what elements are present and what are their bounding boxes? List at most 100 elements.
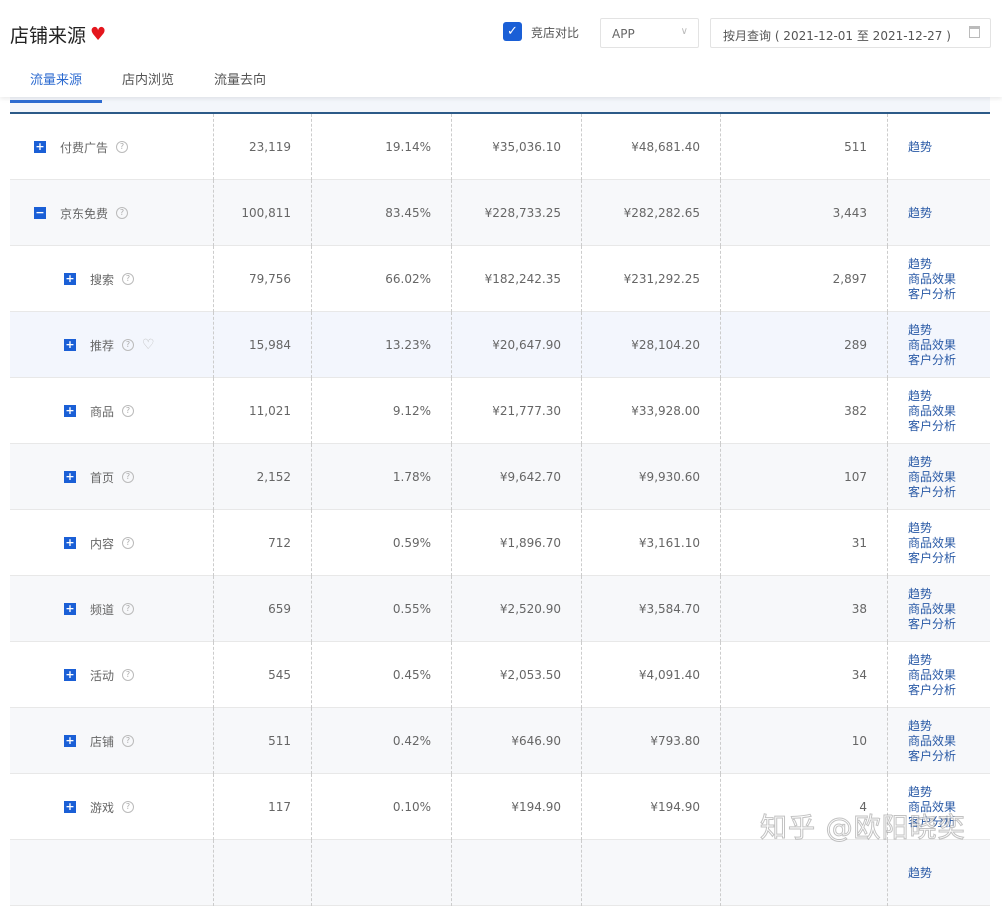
help-icon[interactable]: ? bbox=[122, 669, 135, 681]
action-link[interactable]: 商品效果 bbox=[908, 602, 956, 617]
action-link[interactable]: 趋势 bbox=[908, 455, 932, 470]
table-row: + 内容? 712 0.59% ¥1,896.70 ¥3,161.10 31 趋势 商品效果 客户… bbox=[10, 510, 990, 576]
action-link[interactable]: 客户分析 bbox=[908, 485, 956, 500]
actions-cell: 趋势 商品效果 客户分析 bbox=[888, 642, 990, 708]
compare-checkbox[interactable]: ✓ bbox=[503, 22, 522, 41]
help-icon[interactable]: ? bbox=[122, 735, 135, 747]
expand-icon[interactable]: + bbox=[64, 603, 76, 615]
value-cell: 659 bbox=[214, 576, 312, 642]
source-cell: + 付费广告? bbox=[10, 114, 214, 180]
action-link[interactable]: 趋势 bbox=[908, 323, 932, 338]
actions-cell: 趋势 商品效果 客户分析 bbox=[888, 510, 990, 576]
action-link[interactable]: 趋势 bbox=[908, 785, 932, 800]
action-link[interactable]: 商品效果 bbox=[908, 470, 956, 485]
expand-icon[interactable]: + bbox=[64, 801, 76, 813]
value-cell: 19.14% bbox=[312, 114, 452, 180]
help-icon[interactable]: ? bbox=[122, 801, 135, 813]
value-cell: ¥231,292.25 bbox=[582, 246, 721, 312]
value-cell: ¥793.80 bbox=[582, 708, 721, 774]
actions-cell: 趋势 商品效果 客户分析 bbox=[888, 708, 990, 774]
action-link[interactable]: 趋势 bbox=[908, 389, 932, 404]
tab-store-browse[interactable]: 店内浏览 bbox=[102, 62, 194, 103]
help-icon[interactable]: ? bbox=[122, 339, 135, 351]
action-link[interactable]: 商品效果 bbox=[908, 668, 956, 683]
heart-outline-icon[interactable]: ♡ bbox=[142, 337, 155, 353]
value-cell: 15,984 bbox=[214, 312, 312, 378]
source-name: 店铺 bbox=[90, 734, 115, 749]
value-cell: ¥2,520.90 bbox=[452, 576, 582, 642]
action-link[interactable]: 趋势 bbox=[908, 521, 932, 536]
expand-icon[interactable]: + bbox=[64, 273, 76, 285]
action-link[interactable]: 趋势 bbox=[908, 719, 932, 734]
help-icon[interactable]: ? bbox=[122, 273, 135, 285]
tab-bar: 流量来源 店内浏览 流量去向 bbox=[10, 62, 286, 103]
table-row: + 推荐? ♡ 15,984 13.23% ¥20,647.90 ¥28,104.20 289… bbox=[10, 312, 990, 378]
action-link[interactable]: 商品效果 bbox=[908, 734, 956, 749]
value-cell: 107 bbox=[721, 444, 888, 510]
expand-icon[interactable]: + bbox=[64, 339, 76, 351]
action-link[interactable]: 客户分析 bbox=[908, 287, 956, 302]
value-cell: ¥9,930.60 bbox=[582, 444, 721, 510]
expand-icon[interactable]: + bbox=[64, 471, 76, 483]
action-link[interactable]: 商品效果 bbox=[908, 536, 956, 551]
heart-icon[interactable]: ♥ bbox=[90, 24, 106, 45]
action-link[interactable]: 趋势 bbox=[908, 140, 932, 155]
help-icon[interactable]: ? bbox=[122, 471, 135, 483]
source-name: 活动 bbox=[90, 668, 115, 683]
value-cell: 0.55% bbox=[312, 576, 452, 642]
value-cell: 38 bbox=[721, 576, 888, 642]
help-icon[interactable]: ? bbox=[122, 603, 135, 615]
action-link[interactable]: 趋势 bbox=[908, 257, 932, 272]
action-link[interactable]: 客户分析 bbox=[908, 683, 956, 698]
help-icon[interactable]: ? bbox=[116, 141, 129, 153]
expand-icon[interactable]: + bbox=[64, 405, 76, 417]
action-link[interactable]: 商品效果 bbox=[908, 272, 956, 287]
actions-cell: 趋势 商品效果 客户分析 bbox=[888, 576, 990, 642]
action-link[interactable]: 趋势 bbox=[908, 866, 932, 881]
action-link[interactable]: 趋势 bbox=[908, 653, 932, 668]
action-link[interactable]: 趋势 bbox=[908, 587, 932, 602]
action-link[interactable]: 客户分析 bbox=[908, 551, 956, 566]
help-icon[interactable]: ? bbox=[122, 405, 135, 417]
action-link[interactable]: 商品效果 bbox=[908, 404, 956, 419]
action-link[interactable]: 客户分析 bbox=[908, 419, 956, 434]
platform-select[interactable]: APP ∨ bbox=[600, 18, 699, 48]
tab-traffic-source[interactable]: 流量来源 bbox=[10, 62, 103, 103]
value-cell: ¥4,091.40 bbox=[582, 642, 721, 708]
value-cell bbox=[452, 840, 582, 906]
expand-icon[interactable]: + bbox=[34, 141, 46, 153]
value-cell: 117 bbox=[214, 774, 312, 840]
compare-label[interactable]: 竞店对比 bbox=[531, 24, 579, 41]
value-cell: 1.78% bbox=[312, 444, 452, 510]
actions-cell: 趋势 商品效果 客户分析 bbox=[888, 378, 990, 444]
value-cell: ¥194.90 bbox=[582, 774, 721, 840]
source-name: 推荐 bbox=[90, 338, 115, 353]
value-cell: 511 bbox=[214, 708, 312, 774]
value-cell: 0.59% bbox=[312, 510, 452, 576]
value-cell bbox=[721, 840, 888, 906]
expand-icon[interactable]: + bbox=[64, 669, 76, 681]
expand-icon[interactable]: + bbox=[64, 735, 76, 747]
value-cell: ¥20,647.90 bbox=[452, 312, 582, 378]
source-name: 游戏 bbox=[90, 800, 115, 815]
tab-traffic-destination[interactable]: 流量去向 bbox=[194, 62, 286, 103]
calendar-icon bbox=[969, 26, 980, 38]
expand-icon[interactable]: + bbox=[64, 537, 76, 549]
source-cell: + 搜索? bbox=[10, 246, 214, 312]
value-cell: 712 bbox=[214, 510, 312, 576]
help-icon[interactable]: ? bbox=[122, 537, 135, 549]
action-link[interactable]: 商品效果 bbox=[908, 338, 956, 353]
action-link[interactable]: 客户分析 bbox=[908, 353, 956, 368]
action-link[interactable]: 客户分析 bbox=[908, 617, 956, 632]
source-name: 搜索 bbox=[90, 272, 115, 287]
page-header: 店铺来源 ♥ ✓ 竞店对比 APP ∨ 按月查询 ( 2021-12-01 至 20… bbox=[0, 0, 1002, 103]
source-cell: + 推荐? ♡ bbox=[10, 312, 214, 378]
date-range-picker[interactable]: 按月查询 ( 2021-12-01 至 2021-12-27 ) bbox=[710, 18, 991, 48]
value-cell: ¥33,928.00 bbox=[582, 378, 721, 444]
action-link[interactable]: 客户分析 bbox=[908, 749, 956, 764]
collapse-icon[interactable]: − bbox=[34, 207, 46, 219]
action-link[interactable]: 趋势 bbox=[908, 206, 932, 221]
source-name: 首页 bbox=[90, 470, 115, 485]
help-icon[interactable]: ? bbox=[116, 207, 129, 219]
value-cell: 511 bbox=[721, 114, 888, 180]
